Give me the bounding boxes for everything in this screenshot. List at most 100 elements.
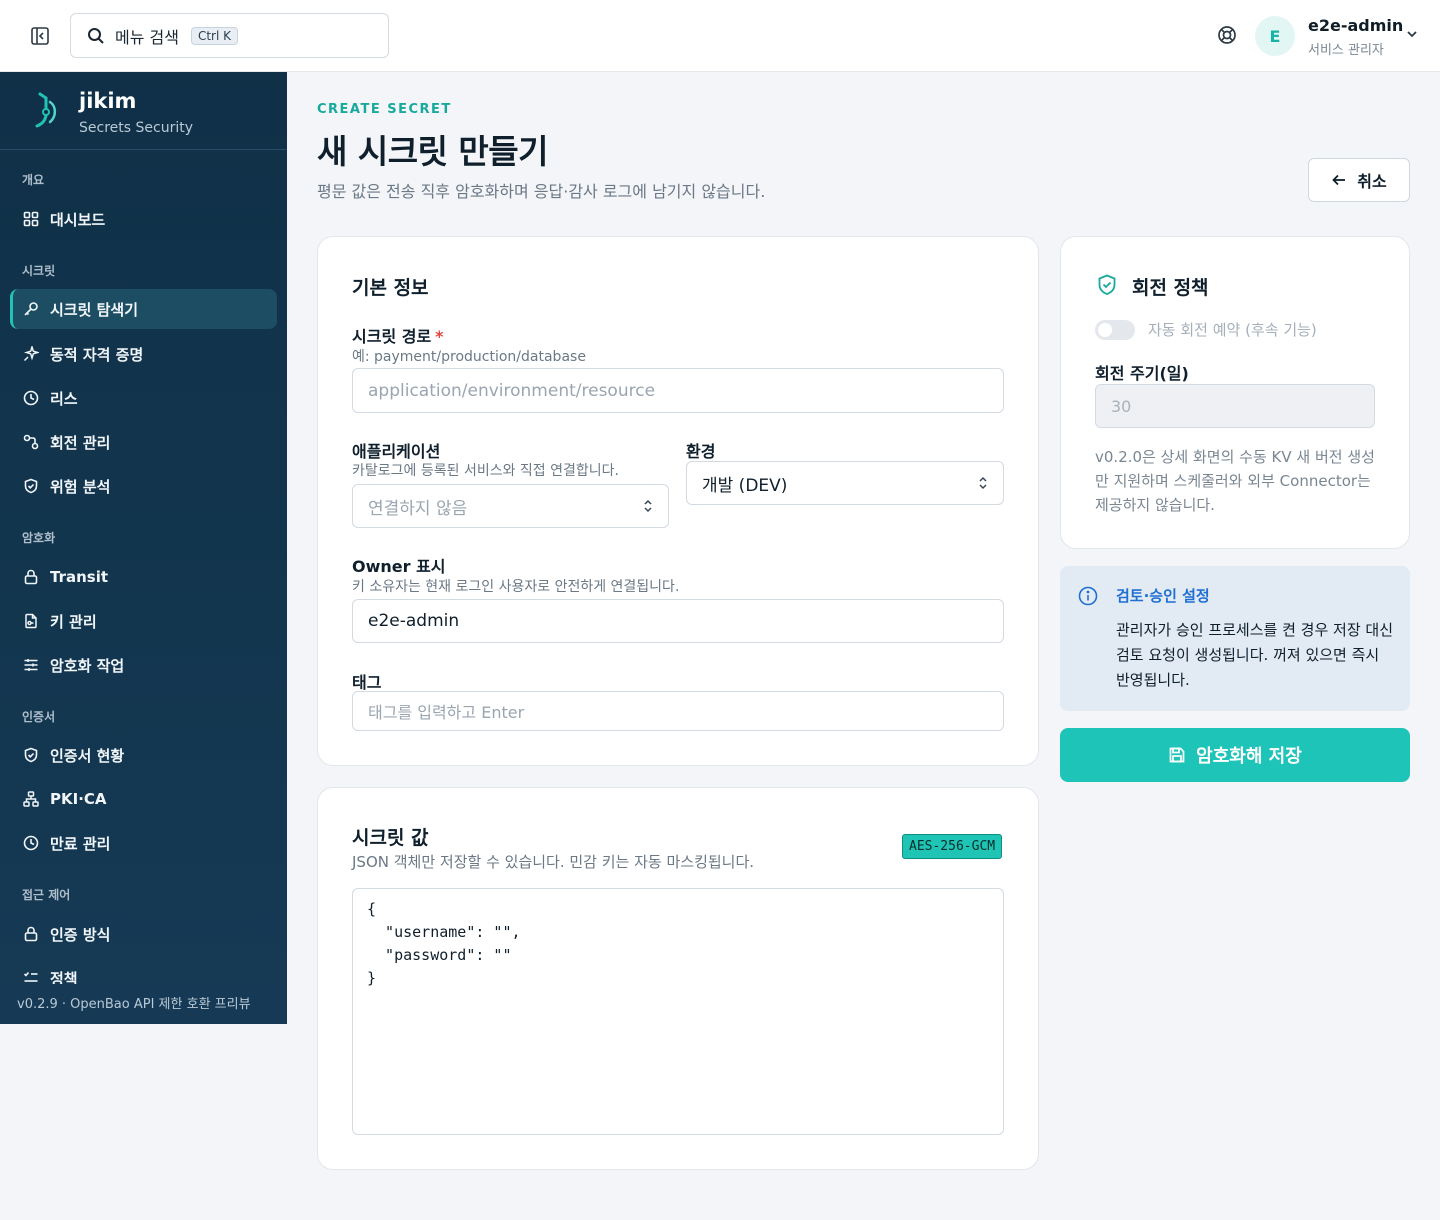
sidebar-item-label: 회전 관리 (50, 433, 111, 452)
owner-help: 키 소유자는 현재 로그인 사용자로 안전하게 연결됩니다. (352, 579, 680, 595)
clock-icon (22, 389, 40, 407)
user-menu[interactable]: E e2e-admin 서비스 관리자 (1255, 14, 1425, 58)
sidebar-collapse-icon (31, 27, 49, 45)
page-title: 새 시크릿 만들기 (317, 132, 549, 171)
sidebar-item-auth-methods[interactable]: 인증 방식 (10, 914, 277, 954)
sidebar-item-dynamic-credentials[interactable]: 동적 자격 증명 (10, 334, 277, 374)
required-marker: * (435, 327, 444, 346)
environment-select[interactable]: 개발 (DEV) (686, 461, 1004, 505)
rotation-policy-note: v0.2.0은 상세 화면의 수동 KV 새 버전 생성만 지원하며 스케줄러와… (1095, 448, 1375, 514)
review-info-box: 검토·승인 설정 관리자가 승인 프로세스를 켠 경우 저장 대신 검토 요청이… (1060, 566, 1410, 711)
cancel-label: 취소 (1357, 172, 1387, 191)
shield-icon (22, 477, 40, 495)
secret-value-help: JSON 객체만 저장할 수 있습니다. 민감 키는 자동 마스킹됩니다. (352, 853, 755, 871)
sidebar-item-label: 리스 (50, 389, 78, 408)
rotation-policy-title: 회전 정책 (1132, 277, 1209, 299)
auto-rotation-label: 자동 회전 예약 (후속 기능) (1148, 321, 1317, 339)
lifebuoy-icon (1218, 26, 1236, 44)
secret-path-input[interactable]: application/environment/resource (352, 368, 1004, 413)
tag-input[interactable]: 태그를 입력하고 Enter (352, 691, 1004, 731)
chevron-updown-icon (979, 476, 987, 490)
page-eyebrow: CREATE SECRET (317, 102, 452, 117)
sidebar-item-label: 동적 자격 증명 (50, 345, 144, 364)
path-label-text: 시크릿 경로 (352, 327, 432, 346)
sidebar-item-risk-analysis[interactable]: 위험 분석 (10, 466, 277, 506)
nav-section-certificates: 인증서 (22, 710, 56, 724)
menu-search-button[interactable]: 메뉴 검색 Ctrl K (70, 13, 389, 58)
sidebar-item-encryption-ops[interactable]: 암호화 작업 (10, 645, 277, 685)
brand-logo-icon (35, 92, 57, 128)
brand-subtitle: Secrets Security (79, 120, 193, 136)
user-name: e2e-admin (1308, 16, 1404, 35)
cancel-button[interactable]: 취소 (1308, 158, 1410, 202)
sidebar-item-lease[interactable]: 리스 (10, 378, 277, 418)
application-select[interactable]: 연결하지 않음 (352, 484, 669, 528)
lock-icon (22, 568, 40, 586)
encryption-badge: AES-256-GCM (902, 834, 1003, 859)
sidebar-item-label: 위험 분석 (50, 477, 111, 496)
sidebar-item-certificate-status[interactable]: 인증서 현황 (10, 735, 277, 775)
chevron-updown-icon (644, 499, 652, 513)
sidebar-item-label: PKI·CA (50, 790, 107, 808)
sidebar-item-label: 인증서 현황 (50, 746, 125, 765)
sidebar-item-label: Transit (50, 568, 109, 586)
search-shortcut-badge: Ctrl K (190, 26, 239, 45)
network-icon (22, 790, 40, 808)
brand-name: jikim (79, 89, 137, 113)
sidebar-item-label: 인증 방식 (50, 925, 111, 944)
sidebar-item-label: 만료 관리 (50, 834, 111, 853)
nav-section-overview: 개요 (22, 173, 45, 187)
search-icon (88, 27, 104, 44)
tag-field-label: 태그 (352, 673, 382, 692)
avatar: E (1255, 16, 1295, 56)
encrypt-save-button[interactable]: 암호화해 저장 (1060, 728, 1410, 782)
app-help: 카탈로그에 등록된 서비스와 직접 연결합니다. (352, 463, 619, 479)
sidebar-item-transit[interactable]: Transit (10, 557, 277, 597)
sliders-icon (22, 656, 40, 674)
clock-icon (22, 834, 40, 852)
search-label: 메뉴 검색 (115, 27, 179, 47)
review-info-title: 검토·승인 설정 (1116, 587, 1210, 605)
save-button-label: 암호화해 저장 (1196, 746, 1302, 767)
sidebar-item-rotation[interactable]: 회전 관리 (10, 422, 277, 462)
path-field-label: 시크릿 경로 * (352, 323, 444, 347)
review-info-text: 관리자가 승인 프로세스를 켠 경우 저장 대신 검토 요청이 생성됩니다. 꺼… (1116, 621, 1394, 689)
owner-field-label: Owner 표시 (352, 557, 446, 576)
env-field-label: 환경 (686, 442, 716, 461)
rotate-icon (22, 433, 40, 451)
top-bar: 메뉴 검색 Ctrl K E e2e-admin 서비스 관리자 (0, 0, 1440, 72)
basic-info-card: 기본 정보 시크릿 경로 * 예: payment/production/data… (317, 236, 1039, 766)
user-role: 서비스 관리자 (1308, 43, 1384, 58)
path-help: 예: payment/production/database (352, 349, 586, 365)
nav-section-secrets: 시크릿 (22, 264, 56, 278)
sidebar-toggle-button[interactable] (26, 22, 54, 50)
grid-icon (22, 210, 40, 228)
arrow-left-icon (1332, 174, 1346, 186)
rotation-period-label: 회전 주기(일) (1095, 364, 1189, 383)
secret-value-title: 시크릿 값 (352, 827, 429, 849)
sidebar-item-key-management[interactable]: 키 관리 (10, 601, 277, 641)
secret-json-editor[interactable]: { "username": "", "password": "" } (352, 888, 1004, 1135)
shield-check-icon (22, 746, 40, 764)
nav-section-access-control: 접근 제어 (22, 888, 71, 902)
file-key-icon (22, 612, 40, 630)
sidebar-item-pki-ca[interactable]: PKI·CA (10, 779, 277, 819)
sidebar-item-dashboard[interactable]: 대시보드 (10, 199, 277, 239)
sidebar-item-label: 대시보드 (50, 210, 106, 229)
auto-rotation-toggle[interactable] (1095, 320, 1135, 340)
basic-info-title: 기본 정보 (352, 277, 429, 299)
version-footer: v0.2.9 · OpenBao API 제한 호환 프리뷰 (0, 984, 287, 1024)
application-select-value: 연결하지 않음 (368, 498, 468, 519)
sidebar-item-label: 시크릿 탐색기 (50, 300, 139, 319)
environment-select-value: 개발 (DEV) (702, 475, 788, 496)
owner-input[interactable]: e2e-admin (352, 599, 1004, 643)
sidebar-item-expiry-management[interactable]: 만료 관리 (10, 823, 277, 863)
sidebar-item-secret-explorer[interactable]: 시크릿 탐색기 (10, 289, 277, 329)
chevron-down-icon (1407, 31, 1417, 38)
brand: jikim Secrets Security (0, 72, 287, 150)
sidebar-item-label: 암호화 작업 (50, 656, 125, 675)
sidebar: jikim Secrets Security 개요 대시보드 시크릿 시크릿 탐… (0, 72, 287, 1024)
info-icon (1078, 586, 1098, 606)
rotation-period-input[interactable]: 30 (1095, 384, 1375, 428)
help-button[interactable] (1214, 22, 1240, 48)
